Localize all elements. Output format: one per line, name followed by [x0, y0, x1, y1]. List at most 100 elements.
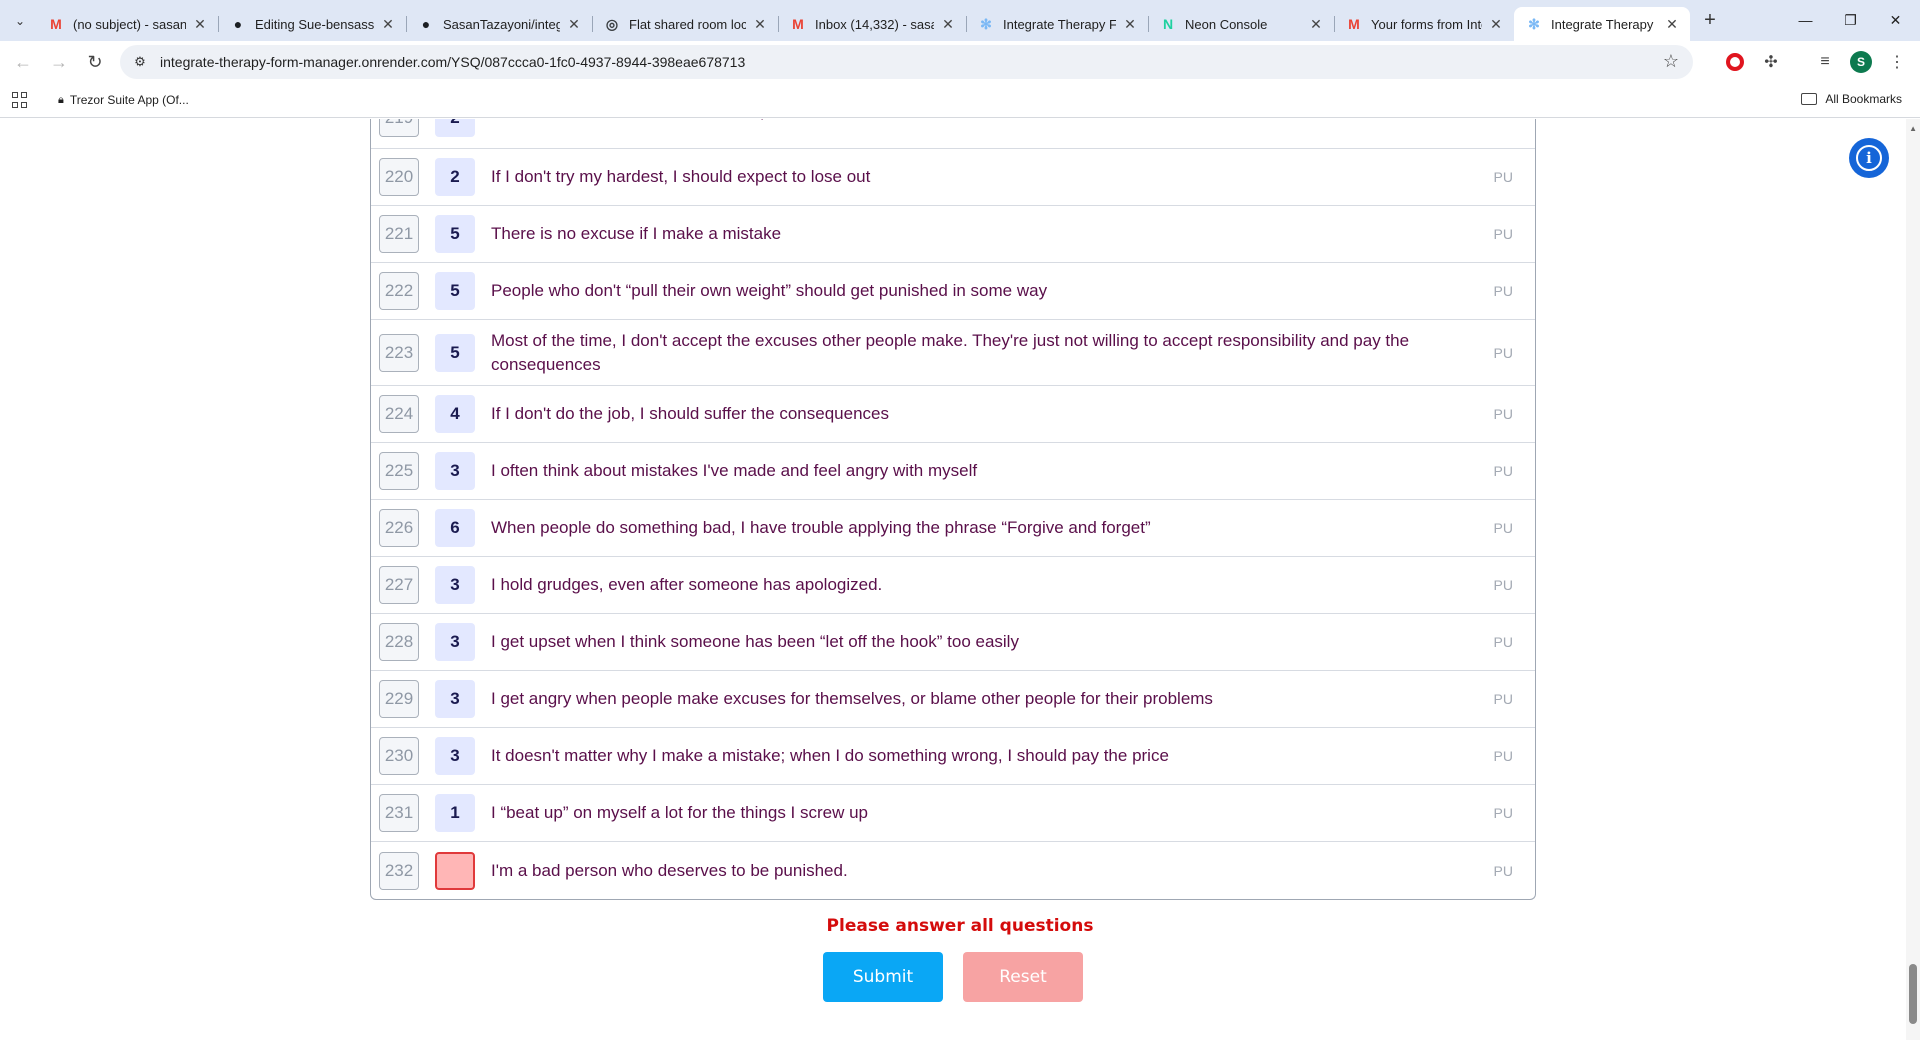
reload-icon[interactable]: ↻ [78, 45, 112, 79]
answer-input[interactable]: 3 [435, 680, 475, 718]
answer-input[interactable]: 1 [435, 794, 475, 832]
integrate-logo-icon: ✻ [980, 15, 992, 32]
tab-close-icon[interactable]: ✕ [1664, 16, 1680, 33]
schema-tag: PU [1493, 406, 1513, 422]
question-number: 230 [379, 737, 419, 775]
answer-input[interactable]: 5 [435, 333, 475, 372]
browser-tab[interactable]: ✻ Integrate Therapy For ✕ [966, 7, 1148, 41]
answer-input[interactable]: 3 [435, 737, 475, 775]
menu-kebab-icon[interactable]: ⋮ [1880, 45, 1914, 79]
profile-initial: S [1850, 51, 1872, 73]
tab-strip: ⌄ M (no subject) - sasanta ✕ ● Editing Sue-b… [0, 0, 1920, 41]
question-number: 228 [379, 623, 419, 661]
integrate-logo-icon: ✻ [1528, 15, 1540, 32]
answer-input[interactable]: 3 [435, 452, 475, 490]
tab-close-icon[interactable]: ✕ [1488, 16, 1504, 33]
tab-close-icon[interactable]: ✕ [940, 16, 956, 33]
browser-tab[interactable]: M Inbox (14,332) - sasan ✕ [778, 7, 966, 41]
page-scrollbar[interactable] [1906, 119, 1920, 1040]
info-button[interactable]: i [1849, 138, 1889, 178]
question-text: I often think about mistakes I've made a… [491, 461, 978, 480]
profile-avatar[interactable]: S [1844, 45, 1878, 79]
tab-title: SasanTazayoni/integr [443, 16, 560, 32]
question-row: 220 2 If I don't try my hardest, I should … [371, 149, 1535, 206]
schema-tag: PU [1493, 283, 1513, 299]
url-text[interactable]: integrate-therapy-form-manager.onrender.… [160, 54, 745, 70]
question-text: I get angry when people make excuses for… [491, 689, 1213, 708]
browser-tab[interactable]: ● Editing Sue-bensassi ✕ [218, 7, 406, 41]
tab-close-icon[interactable]: ✕ [566, 16, 582, 33]
tab-title: Inbox (14,332) - sasan [815, 16, 934, 32]
scrollbar-thumb[interactable] [1909, 964, 1917, 1024]
answer-input[interactable]: 2 [435, 158, 475, 196]
question-text: I get upset when I think someone has bee… [491, 632, 1019, 651]
question-number: 226 [379, 509, 419, 547]
tab-title: Your forms from Integ [1371, 16, 1482, 32]
trezor-lock-icon: 🔒︎ [58, 93, 64, 106]
extensions-puzzle-icon[interactable]: ✣ [1754, 45, 1788, 79]
answer-input[interactable]: 2 [435, 119, 475, 137]
tab-close-icon[interactable]: ✕ [1122, 16, 1138, 33]
question-text: I hold grudges, even after someone has a… [491, 575, 883, 594]
question-number: 220 [379, 158, 419, 196]
opera-extension-icon[interactable] [1718, 45, 1752, 79]
answer-input[interactable]: 5 [435, 272, 475, 310]
tab-close-icon[interactable]: ✕ [380, 16, 396, 33]
question-row: 221 5 There is no excuse if I make a mista… [371, 206, 1535, 263]
apps-grid-icon[interactable] [12, 92, 28, 108]
question-row: 224 4 If I don't do the job, I should suff… [371, 386, 1535, 443]
bookmark-trezor[interactable]: 🔒︎ Trezor Suite App (Of... [58, 93, 189, 107]
all-bookmarks-button[interactable]: All Bookmarks [1801, 92, 1902, 106]
tab-search-chevron-icon[interactable]: ⌄ [4, 5, 36, 37]
globe-icon: ◎ [605, 15, 619, 32]
tab-close-icon[interactable]: ✕ [1308, 16, 1324, 33]
reset-button[interactable]: Reset [963, 952, 1083, 1002]
forward-arrow-icon[interactable]: → [42, 45, 76, 79]
tab-close-icon[interactable]: ✕ [192, 16, 208, 33]
gmail-icon: M [1348, 16, 1360, 32]
browser-tab[interactable]: M (no subject) - sasanta ✕ [36, 7, 218, 41]
answer-input[interactable]: 3 [435, 623, 475, 661]
schema-tag: PU [1493, 520, 1513, 536]
scroll-up-arrow-icon[interactable]: ▲ [1909, 124, 1917, 133]
tab-title: Integrate Therapy For [1551, 16, 1658, 32]
all-bookmarks-label: All Bookmarks [1825, 92, 1902, 106]
back-arrow-icon[interactable]: ← [6, 45, 40, 79]
question-text: When people do something bad, I have tro… [491, 518, 1151, 537]
restore-icon[interactable]: ❐ [1828, 0, 1873, 40]
media-controls-icon[interactable]: ≡ [1808, 45, 1842, 79]
questions-table: 219 2 If I make a mistake, I deserve to be… [370, 119, 1536, 900]
schema-tag: PU [1493, 344, 1513, 361]
tab-close-icon[interactable]: ✕ [752, 16, 768, 33]
question-number: 225 [379, 452, 419, 490]
question-text: If I make a mistake, I deserve to be pun… [491, 119, 1411, 123]
submit-button[interactable]: Submit [823, 952, 943, 1002]
close-window-icon[interactable]: ✕ [1873, 0, 1918, 40]
schema-tag: PU [1493, 748, 1513, 764]
browser-tab[interactable]: ✻ Integrate Therapy For ✕ [1514, 7, 1690, 41]
question-row: 228 3 I get upset when I think someone has… [371, 614, 1535, 671]
answer-input[interactable]: 3 [435, 566, 475, 604]
question-row: 231 1 I “beat up” on myself a lot for the … [371, 785, 1535, 842]
schema-tag: PU [1493, 463, 1513, 479]
question-row: 223 5 Most of the time, I don't accept the… [371, 320, 1535, 386]
question-row: 226 6 When people do something bad, I have… [371, 500, 1535, 557]
question-number: 219 [379, 119, 419, 137]
address-bar[interactable]: ⚙ integrate-therapy-form-manager.onrende… [120, 45, 1693, 79]
neon-icon: N [1162, 16, 1174, 32]
browser-tab[interactable]: ● SasanTazayoni/integr ✕ [406, 7, 592, 41]
answer-input-missing[interactable] [435, 851, 475, 890]
answer-input[interactable]: 5 [435, 215, 475, 253]
browser-tab[interactable]: M Your forms from Integ ✕ [1334, 7, 1514, 41]
question-text: If I don't do the job, I should suffer t… [491, 404, 889, 423]
minimize-icon[interactable]: — [1783, 0, 1828, 40]
question-text: If I don't try my hardest, I should expe… [491, 167, 871, 186]
answer-input[interactable]: 6 [435, 509, 475, 547]
site-info-icon[interactable]: ⚙ [126, 48, 154, 76]
bookmark-star-icon[interactable]: ☆ [1663, 51, 1679, 72]
new-tab-button[interactable]: + [1696, 7, 1724, 35]
browser-tab[interactable]: N Neon Console ✕ [1148, 7, 1334, 41]
question-number: 227 [379, 566, 419, 604]
answer-input[interactable]: 4 [435, 395, 475, 433]
browser-tab[interactable]: ◎ Flat shared room lock ✕ [592, 7, 778, 41]
